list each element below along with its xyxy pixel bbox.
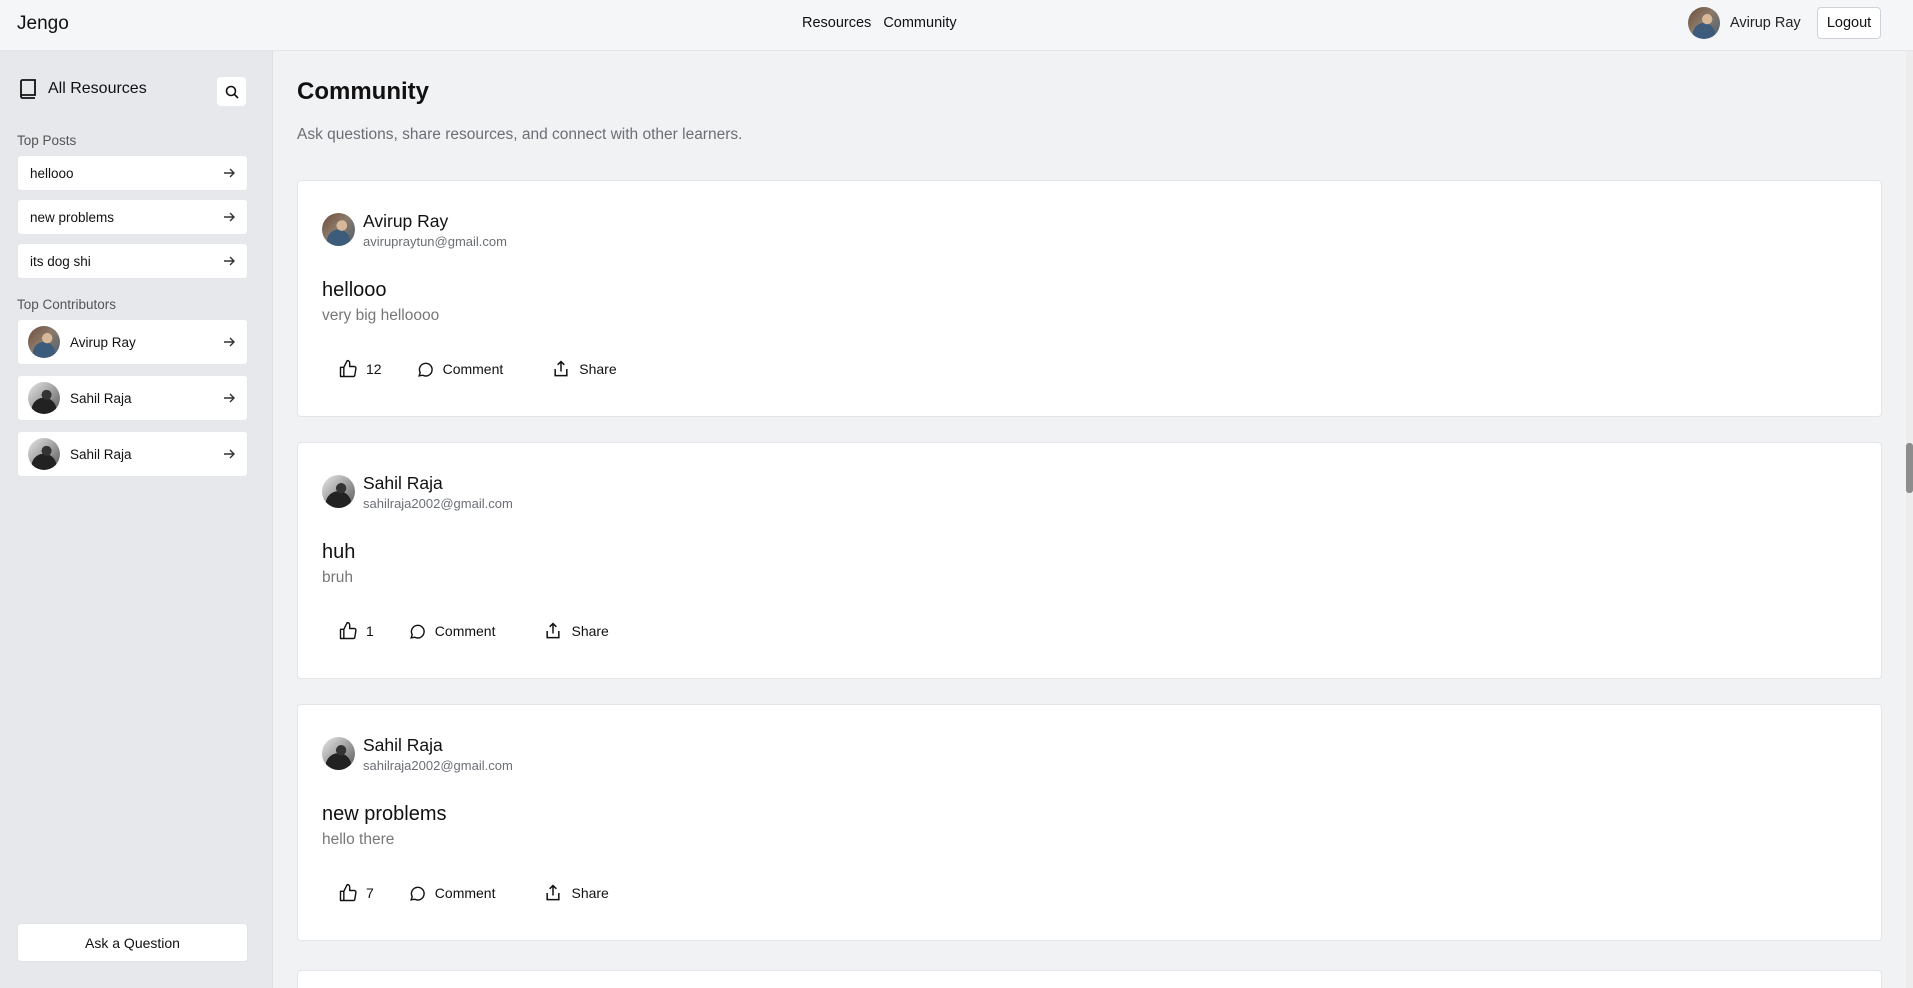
arrow-right-icon [223, 336, 235, 348]
comment-button[interactable]: Comment [408, 622, 496, 641]
post-actions: 12 Comment Share [338, 359, 617, 379]
avatar [28, 326, 60, 358]
author-name: Sahil Raja [363, 735, 443, 755]
comment-icon [416, 360, 435, 379]
post-card[interactable]: Sahil Raja sahilraja2002@gmail.com new p… [297, 704, 1882, 941]
book-icon [18, 78, 38, 100]
avatar [1688, 7, 1720, 39]
contributor-name: Sahil Raja [70, 446, 132, 462]
top-bar: Jengo Resources Community Avirup Ray Log… [0, 0, 1913, 51]
top-contributors-heading: Top Contributors [17, 297, 117, 312]
nav-community[interactable]: Community [883, 15, 956, 31]
top-post-item[interactable]: hellooo [17, 155, 248, 191]
scrollbar[interactable] [1906, 51, 1913, 988]
post-author[interactable]: Sahil Raja sahilraja2002@gmail.com [322, 473, 513, 511]
arrow-right-icon [223, 255, 235, 267]
contributor-name: Sahil Raja [70, 390, 132, 406]
top-post-item[interactable]: its dog shi [17, 243, 248, 279]
search-icon [225, 85, 239, 99]
like-count: 12 [366, 361, 382, 377]
top-post-label: its dog shi [30, 253, 91, 269]
post-card[interactable] [297, 970, 1882, 988]
top-post-item[interactable]: new problems [17, 199, 248, 235]
top-posts-heading: Top Posts [17, 133, 77, 148]
post-card[interactable]: Sahil Raja sahilraja2002@gmail.com huh b… [297, 442, 1882, 679]
avatar [322, 475, 355, 508]
comment-label: Comment [434, 623, 496, 639]
arrow-right-icon [223, 392, 235, 404]
brand-logo[interactable]: Jengo [17, 13, 69, 35]
top-post-label: new problems [30, 209, 115, 225]
share-label: Share [579, 361, 617, 377]
contributor-name: Avirup Ray [70, 334, 136, 350]
arrow-right-icon [223, 448, 235, 460]
comment-label: Comment [442, 361, 504, 377]
thumbs-up-icon [338, 359, 358, 379]
logout-button[interactable]: Logout [1817, 7, 1881, 39]
post-author[interactable]: Sahil Raja sahilraja2002@gmail.com [322, 735, 513, 773]
arrow-right-icon [223, 211, 235, 223]
sidebar-header-label: All Resources [48, 80, 147, 97]
share-icon [551, 359, 571, 379]
like-button[interactable]: 1 [338, 621, 374, 641]
post-card[interactable]: Avirup Ray aviruprayt​un@gmail.com hello… [297, 180, 1882, 417]
sidebar-header[interactable]: All Resources [18, 78, 147, 100]
post-title: huh [322, 541, 356, 563]
sidebar-search-button[interactable] [217, 77, 246, 106]
author-name: Avirup Ray [363, 211, 449, 231]
share-icon [543, 621, 563, 641]
like-button[interactable]: 12 [338, 359, 382, 379]
comment-button[interactable]: Comment [416, 360, 504, 379]
like-count: 1 [366, 623, 374, 639]
user-name: Avirup Ray [1730, 15, 1801, 31]
post-author[interactable]: Avirup Ray aviruprayt​un@gmail.com [322, 211, 507, 249]
post-body: hello there [322, 831, 395, 848]
comment-icon [408, 884, 427, 903]
author-name: Sahil Raja [363, 473, 443, 493]
comment-icon [408, 622, 427, 641]
like-button[interactable]: 7 [338, 883, 374, 903]
top-post-label: hellooo [30, 165, 74, 181]
nav-resources[interactable]: Resources [802, 15, 871, 31]
avatar [28, 438, 60, 470]
comment-button[interactable]: Comment [408, 884, 496, 903]
sidebar: All Resources Top Posts hellooo new prob… [0, 51, 273, 988]
share-button[interactable]: Share [543, 883, 609, 903]
arrow-right-icon [223, 167, 235, 179]
avatar [322, 737, 355, 770]
post-body: very big helloooo [322, 307, 440, 324]
author-email: sahilraja2002@gmail.com [363, 758, 513, 773]
post-actions: 7 Comment Share [338, 883, 609, 903]
thumbs-up-icon [338, 621, 358, 641]
like-count: 7 [366, 885, 374, 901]
scrollbar-thumb[interactable] [1906, 443, 1913, 493]
share-label: Share [571, 885, 609, 901]
post-actions: 1 Comment Share [338, 621, 609, 641]
post-title: new problems [322, 803, 447, 825]
page-title: Community [297, 78, 429, 105]
contributor-item[interactable]: Avirup Ray [17, 319, 248, 365]
avatar [28, 382, 60, 414]
share-button[interactable]: Share [551, 359, 617, 379]
contributor-item[interactable]: Sahil Raja [17, 375, 248, 421]
post-body: bruh [322, 569, 354, 586]
author-email: sahilraja2002@gmail.com [363, 496, 513, 511]
ask-question-button[interactable]: Ask a Question [17, 923, 248, 962]
top-nav: Resources Community [802, 15, 957, 31]
page-subtitle: Ask questions, share resources, and conn… [297, 126, 743, 143]
user-profile[interactable]: Avirup Ray [1688, 7, 1801, 39]
share-label: Share [571, 623, 609, 639]
comment-label: Comment [434, 885, 496, 901]
post-title: hellooo [322, 279, 387, 301]
share-icon [543, 883, 563, 903]
author-email: aviruprayt​un@gmail.com [363, 234, 507, 249]
avatar [322, 213, 355, 246]
share-button[interactable]: Share [543, 621, 609, 641]
contributor-item[interactable]: Sahil Raja [17, 431, 248, 477]
thumbs-up-icon [338, 883, 358, 903]
